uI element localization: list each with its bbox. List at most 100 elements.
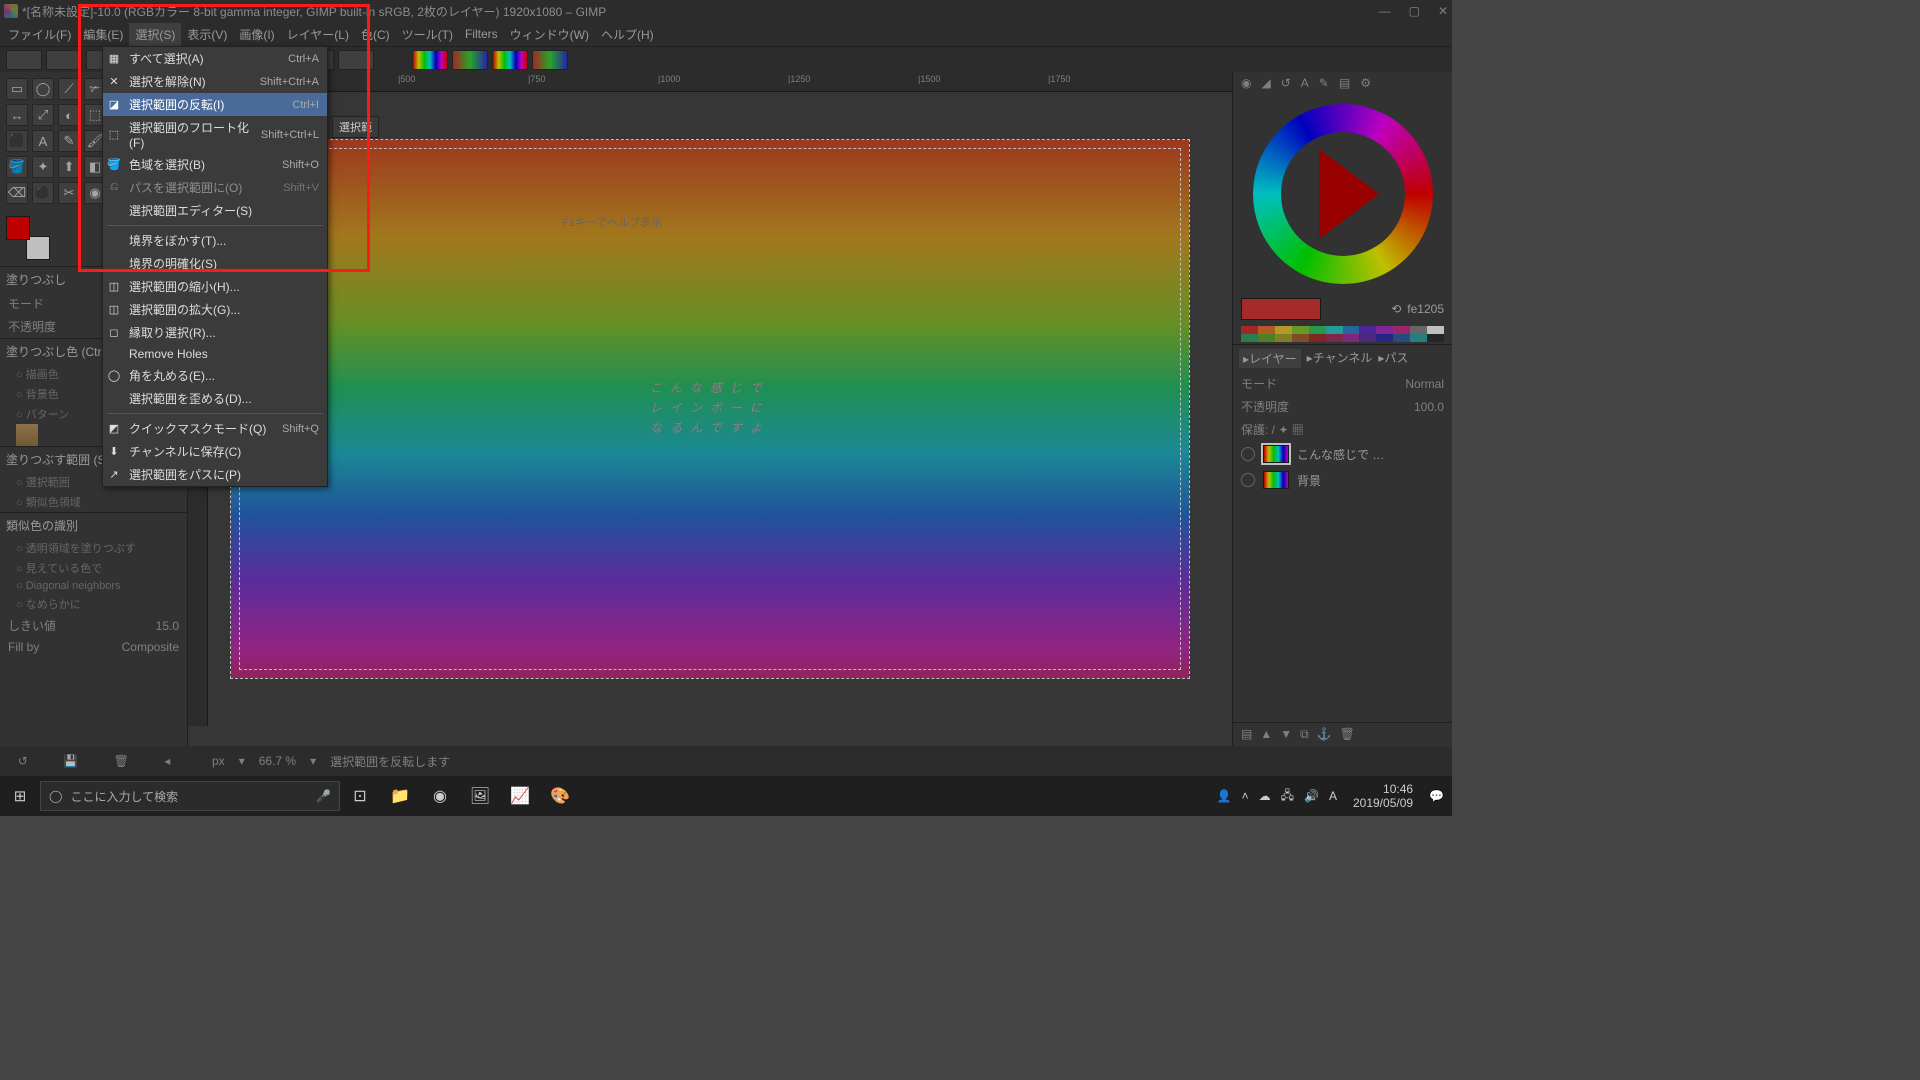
explorer-icon[interactable]: 📁: [380, 776, 420, 816]
pattern-thumb[interactable]: [16, 424, 38, 446]
threshold-value[interactable]: 15.0: [156, 619, 179, 633]
gear-icon[interactable]: ⚙: [1360, 76, 1371, 90]
maximize-icon[interactable]: ▢: [1409, 4, 1420, 18]
fg-bg-swatches[interactable]: [6, 216, 50, 260]
gradient-swatch[interactable]: [452, 50, 488, 70]
select-menu-item-0[interactable]: ▦すべて選択(A)Ctrl+A: [103, 47, 327, 70]
notification-icon[interactable]: 💬: [1429, 789, 1444, 803]
delete-layer-icon[interactable]: 🗑: [1340, 727, 1355, 742]
select-menu-item-15[interactable]: 選択範囲を歪める(D)...: [103, 387, 327, 410]
tool-8[interactable]: ⬛: [6, 130, 28, 152]
similar-opt-2[interactable]: ○ Diagonal neighbors: [0, 578, 187, 594]
tool-12[interactable]: 🪣: [6, 156, 28, 178]
menu-8[interactable]: Filters: [459, 24, 504, 44]
select-menu-item-19[interactable]: ↗選択範囲をパスに(P): [103, 463, 327, 486]
text-icon[interactable]: A: [1301, 76, 1309, 90]
layer-row-0[interactable]: こんな感じで …: [1233, 441, 1452, 467]
select-menu-item-4[interactable]: 🪣色域を選択(B)Shift+O: [103, 153, 327, 176]
layer-row-1[interactable]: 背景: [1233, 467, 1452, 493]
visibility-icon[interactable]: [1241, 447, 1255, 461]
onedrive-icon[interactable]: ☁: [1259, 789, 1271, 803]
layer-down-icon[interactable]: ▼: [1280, 727, 1292, 742]
select-menu-item-12[interactable]: ◻縁取り選択(R)...: [103, 321, 327, 344]
select-menu-item-9[interactable]: 境界の明確化(S): [103, 252, 327, 275]
duplicate-layer-icon[interactable]: ⧉: [1300, 727, 1309, 742]
visibility-icon[interactable]: [1241, 473, 1255, 487]
menu-6[interactable]: 色(C): [355, 23, 396, 46]
chrome-icon[interactable]: ◉: [420, 776, 460, 816]
select-menu-item-18[interactable]: ⬇チャンネルに保存(C): [103, 440, 327, 463]
select-menu-item-1[interactable]: ✕選択を解除(N)Shift+Ctrl+A: [103, 70, 327, 93]
tray-chevron-icon[interactable]: ˄: [1242, 789, 1249, 803]
toolbar-thumb[interactable]: [6, 50, 42, 70]
mic-icon[interactable]: 🎤: [316, 789, 331, 803]
network-icon[interactable]: 🖧: [1281, 786, 1294, 807]
tool-1[interactable]: ◯: [32, 78, 54, 100]
ime-icon[interactable]: A: [1329, 789, 1337, 803]
eyedropper-icon[interactable]: ⟲: [1391, 302, 1401, 316]
fill-area-opt-1[interactable]: ○ 類似色領域: [0, 492, 187, 512]
layer-opacity-value[interactable]: 100.0: [1414, 400, 1444, 414]
current-color-swatch[interactable]: [1241, 298, 1321, 320]
select-menu-item-5[interactable]: ⎌パスを選択範囲に(O)Shift+V: [103, 176, 327, 199]
gradient-swatch[interactable]: [532, 50, 568, 70]
color-palette[interactable]: [1233, 324, 1452, 344]
status-unit[interactable]: px: [212, 754, 225, 768]
gradient-swatch[interactable]: [412, 50, 448, 70]
menu-9[interactable]: ウィンドウ(W): [504, 23, 595, 46]
anchor-layer-icon[interactable]: ⚓: [1317, 727, 1332, 742]
toolbar-thumb[interactable]: [338, 50, 374, 70]
menu-0[interactable]: ファイル(F): [2, 23, 77, 46]
tool-14[interactable]: ⬆: [58, 156, 80, 178]
similar-opt-1[interactable]: ○ 見えている色で: [0, 558, 187, 578]
taskbar-search[interactable]: ◯ ここに入力して検索 🎤: [40, 781, 340, 811]
select-menu-item-11[interactable]: ◫選択範囲の拡大(G)...: [103, 298, 327, 321]
menu-2[interactable]: 選択(S): [129, 23, 181, 46]
minimize-icon[interactable]: —: [1379, 4, 1391, 18]
gradient-swatch[interactable]: [492, 50, 528, 70]
status-zoom[interactable]: 66.7 %: [259, 754, 296, 768]
tool-13[interactable]: ✦: [32, 156, 54, 178]
close-icon[interactable]: ✕: [1438, 4, 1448, 18]
gimp-taskbar-icon[interactable]: 🎨: [540, 776, 580, 816]
viewport[interactable]: こんな感じでレインボーになるんですよ: [208, 92, 1212, 726]
canvas[interactable]: こんな感じでレインボーになるんですよ: [230, 139, 1190, 679]
select-menu-item-2[interactable]: ◪選択範囲の反転(I)Ctrl+I: [103, 93, 327, 116]
select-menu-item-17[interactable]: ◩クイックマスクモード(Q)Shift+Q: [103, 417, 327, 440]
similar-opt-3[interactable]: ○ なめらかに: [0, 594, 187, 614]
toolbar-thumb[interactable]: [46, 50, 82, 70]
menu-1[interactable]: 編集(E): [77, 23, 129, 46]
layer-mode-value[interactable]: Normal: [1405, 377, 1444, 391]
tool-10[interactable]: ✎: [58, 130, 80, 152]
app-icon[interactable]: 🖼: [460, 776, 500, 816]
color-hex[interactable]: fe1205: [1407, 302, 1444, 316]
menu-icon[interactable]: ◂: [164, 754, 170, 768]
history-icon[interactable]: ↺: [1281, 76, 1291, 90]
tool-6[interactable]: ◐: [58, 104, 80, 126]
select-menu-item-13[interactable]: Remove Holes: [103, 344, 327, 364]
tool-5[interactable]: ⤢: [32, 104, 54, 126]
select-menu-item-8[interactable]: 境界をぼかす(T)...: [103, 229, 327, 252]
select-menu-item-6[interactable]: 選択範囲エディター(S): [103, 199, 327, 222]
tool-2[interactable]: ⟋: [58, 78, 80, 100]
similar-opt-0[interactable]: ○ 透明領域を塗りつぶす: [0, 538, 187, 558]
layer-up-icon[interactable]: ▲: [1260, 727, 1272, 742]
tool-9[interactable]: A: [32, 130, 54, 152]
tab-チャンネル[interactable]: ▸チャンネル: [1307, 349, 1373, 368]
menu-5[interactable]: レイヤー(L): [281, 23, 355, 46]
tool-0[interactable]: ▭: [6, 78, 28, 100]
menu-3[interactable]: 表示(V): [181, 23, 233, 46]
tool-4[interactable]: ↔: [6, 104, 28, 126]
fillby-value[interactable]: Composite: [122, 640, 179, 654]
menu-10[interactable]: ヘルプ(H): [595, 23, 660, 46]
palette-icon[interactable]: ▤: [1339, 76, 1350, 90]
save-preset-icon[interactable]: 💾: [63, 754, 78, 768]
menu-7[interactable]: ツール(T): [396, 23, 459, 46]
brush-icon[interactable]: ◢: [1261, 76, 1270, 90]
tab-パス[interactable]: ▸パス: [1378, 349, 1408, 368]
color-wheel[interactable]: [1233, 94, 1452, 294]
paint-icon[interactable]: ✎: [1319, 76, 1329, 90]
tool-16[interactable]: ⌫: [6, 182, 28, 204]
select-menu-item-14[interactable]: ◯角を丸める(E)...: [103, 364, 327, 387]
select-menu-item-3[interactable]: ⬚選択範囲のフロート化(F)Shift+Ctrl+L: [103, 116, 327, 153]
